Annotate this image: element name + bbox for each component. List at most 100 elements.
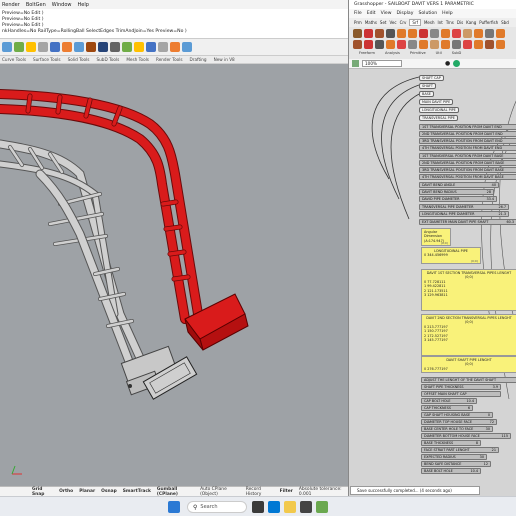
slider-ext-diameter-shaft[interactable]: EXT DIAMETER MAIN DAVIT PIPE SHAFT 60.3	[419, 219, 516, 225]
file-explorer-icon[interactable]	[284, 501, 296, 513]
panel-second-section-pipes[interactable]: DAVIT 2ND SECTION TRANSVERSAL PIPES LENG…	[421, 314, 516, 356]
slider-face-strait-part[interactable]: FACE STRAIT PART LENGHT 21	[421, 447, 499, 453]
slider[interactable]: 3RD TRANSVERSAL POSITION FROM DAVIT END	[419, 138, 516, 144]
component-icon[interactable]	[463, 40, 472, 49]
tool-icon[interactable]	[122, 42, 132, 52]
tool-icon[interactable]	[182, 42, 192, 52]
slider[interactable]: 1ST TRANSVERSAL POSITION FROM DAVIT BASE	[419, 153, 516, 159]
slider-diameter-bottom-house-face[interactable]: DIAMETER BOTTOM HOUSE FACE 115	[421, 433, 511, 439]
component-icon[interactable]	[430, 29, 439, 38]
panel-analysis[interactable]: Analysis	[385, 51, 400, 55]
tab-curve-tools[interactable]: Curve Tools	[2, 57, 26, 62]
tool-icon[interactable]	[38, 42, 48, 52]
component-icon[interactable]	[441, 40, 450, 49]
tool-icon[interactable]	[2, 42, 12, 52]
gh-tab-srf[interactable]: Srf	[409, 19, 421, 26]
menu-window[interactable]: Window	[52, 2, 72, 8]
tool-icon[interactable]	[134, 42, 144, 52]
status-gumball[interactable]: Gumball (CPlane)	[157, 487, 194, 497]
component-icon[interactable]	[408, 40, 417, 49]
component-icon[interactable]	[353, 40, 362, 49]
tool-icon[interactable]	[14, 42, 24, 52]
status-auto-cplane[interactable]: Auto CPlane (Object)	[200, 487, 240, 497]
slider-base-bolt-hole[interactable]: BASE BOLT HOLE 10.4	[421, 468, 481, 474]
slider[interactable]: 3RD TRANSVERSAL POSITION FROM DAVIT BASE	[419, 167, 516, 173]
component-icon[interactable]	[430, 40, 439, 49]
param-shaft-cap[interactable]: SHAFT CAP	[419, 75, 444, 81]
status-filter[interactable]: Filter	[280, 489, 293, 494]
component-icon[interactable]	[474, 29, 483, 38]
tool-icon[interactable]	[62, 42, 72, 52]
preview-icon[interactable]	[453, 60, 461, 67]
slider[interactable]: 4TH TRANSVERSAL POSITION FROM DAVIT BASE	[419, 174, 516, 180]
tool-icon[interactable]	[170, 42, 180, 52]
param-longitudinal-pipe[interactable]: LONGITUDINAL PIPE	[419, 107, 459, 113]
gh-tab-set[interactable]: Set	[380, 20, 387, 25]
tool-icon[interactable]	[98, 42, 108, 52]
param-shaft[interactable]: SHAFT	[419, 83, 436, 89]
gh-menu-display[interactable]: Display	[397, 11, 414, 16]
component-icon[interactable]	[375, 40, 384, 49]
slider-adjust-shaft-length[interactable]: ADJUST THE LENGHT OF THE DAVIT SHAFT	[421, 377, 516, 383]
taskbar-search[interactable]: ⚲ Search	[187, 501, 247, 513]
tab-surface-tools[interactable]: Surface Tools	[33, 57, 61, 62]
gh-canvas[interactable]: SHAFT CAP SHAFT BASE MAIN DAVIT PIPE LON…	[349, 69, 516, 496]
tool-icon[interactable]	[146, 42, 156, 52]
param-base[interactable]: BASE	[419, 91, 434, 97]
eye-icon[interactable]: ●	[445, 60, 450, 67]
tool-icon[interactable]	[110, 42, 120, 52]
status-grid-snap[interactable]: Grid Snap	[32, 487, 53, 497]
component-icon[interactable]	[496, 40, 505, 49]
component-icon[interactable]	[397, 40, 406, 49]
slider-bend-safe-distance[interactable]: BEND SAFE DISTANCE 12	[421, 461, 491, 467]
tool-icon[interactable]	[158, 42, 168, 52]
gh-menu-solution[interactable]: Solution	[418, 11, 437, 16]
slider[interactable]: 1ST TRANSVERSAL POSITION FROM DAVIT END	[419, 124, 516, 130]
menu-render[interactable]: Render	[2, 2, 20, 8]
component-icon[interactable]	[386, 40, 395, 49]
slider-base-thickness[interactable]: BASE THICKNESS 8	[421, 440, 481, 446]
gh-tab-crv[interactable]: Crv	[400, 20, 407, 25]
status-smarttrack[interactable]: SmartTrack	[123, 489, 151, 494]
gh-tab-kang[interactable]: Kang	[466, 20, 476, 25]
gh-tab-maths[interactable]: Maths	[365, 20, 377, 25]
component-icon[interactable]	[375, 29, 384, 38]
component-icon[interactable]	[353, 29, 362, 38]
grasshopper-icon[interactable]	[316, 501, 328, 513]
perspective-viewport[interactable]	[0, 64, 348, 486]
component-icon[interactable]	[485, 40, 494, 49]
gh-menu-view[interactable]: View	[381, 11, 392, 16]
component-icon[interactable]	[386, 29, 395, 38]
tab-subd-tools[interactable]: SubD Tools	[96, 57, 119, 62]
gh-menu-help[interactable]: Help	[442, 11, 452, 16]
slider-offset-main-shaft-cap[interactable]: OFFSET MAIN SHAFT CAP	[421, 391, 501, 397]
panel-util[interactable]: Util	[436, 51, 442, 55]
status-record-history[interactable]: Record History	[246, 487, 274, 497]
slider-base-center-hole[interactable]: BASE CENTER HOLE TO FACE 30	[421, 426, 493, 432]
component-icon[interactable]	[419, 29, 428, 38]
slider-diameter-top-house-face[interactable]: DIAMETER TOP HOUSE FACE 72	[421, 419, 497, 425]
tool-icon[interactable]	[86, 42, 96, 52]
slider-davit-bend-angle[interactable]: DAVIT BEND ANGLE 40	[419, 182, 499, 188]
component-icon[interactable]	[452, 40, 461, 49]
param-transversal-pipe[interactable]: TRANSVERSAL PIPE	[419, 115, 458, 121]
panel-angular-dimension[interactable]: Angular Dimension (A:174.947) (0;0)	[421, 228, 451, 246]
menu-boltgen[interactable]: BoltGen	[26, 2, 46, 8]
component-icon[interactable]	[441, 29, 450, 38]
panel-freeform[interactable]: Freeform	[359, 51, 375, 55]
slider-gap-shaft-housing-base[interactable]: GAP SHAFT HOUSING BASE 0	[421, 412, 493, 418]
rhino-icon[interactable]	[300, 501, 312, 513]
slider[interactable]: 2ND TRANSVERSAL POSITION FROM DAVIT BASE	[419, 160, 516, 166]
component-icon[interactable]	[419, 40, 428, 49]
slider-davit-bend-radius[interactable]: DAVIT BEND RADIUS 28	[419, 189, 494, 195]
tab-solid-tools[interactable]: Solid Tools	[68, 57, 90, 62]
param-main-davit-pipe[interactable]: MAIN DAVIT PIPE	[419, 99, 454, 105]
menu-help[interactable]: Help	[78, 2, 89, 8]
status-ortho[interactable]: Ortho	[59, 489, 73, 494]
component-icon[interactable]	[364, 29, 373, 38]
gh-tab-int[interactable]: Int	[438, 20, 443, 25]
component-icon[interactable]	[452, 29, 461, 38]
component-icon[interactable]	[463, 29, 472, 38]
gh-tab-pufferfish[interactable]: Pufferfish	[479, 20, 498, 25]
start-icon[interactable]	[168, 501, 180, 513]
